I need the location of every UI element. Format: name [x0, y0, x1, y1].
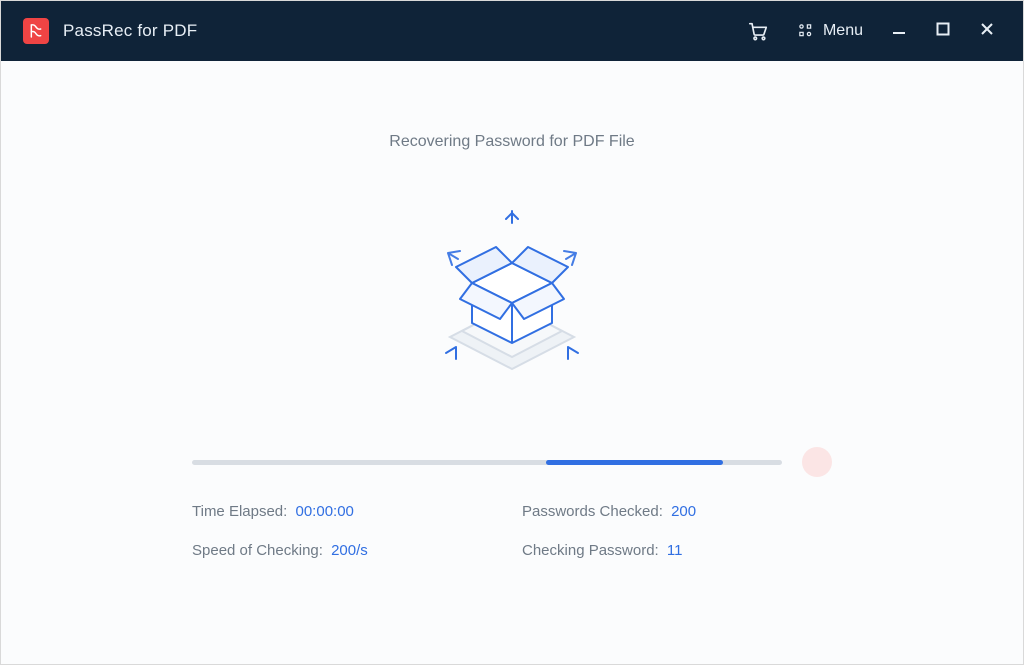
titlebar: PassRec for PDF Menu [1, 1, 1023, 61]
stat-value: 00:00:00 [296, 503, 354, 520]
stat-label: Time Elapsed: [192, 503, 287, 520]
stat-passwords-checked: Passwords Checked: 200 [522, 503, 832, 520]
cart-button[interactable] [733, 1, 783, 61]
stat-label: Speed of Checking: [192, 542, 323, 559]
close-icon [979, 21, 995, 42]
stat-value: 200/s [331, 542, 368, 559]
app-title: PassRec for PDF [63, 21, 197, 41]
stat-checking-password: Checking Password: 11 [522, 542, 832, 559]
progress-track [192, 460, 782, 465]
maximize-icon [936, 22, 950, 41]
maximize-button[interactable] [921, 1, 965, 61]
stat-label: Passwords Checked: [522, 503, 663, 520]
stat-value: 11 [667, 542, 683, 559]
progress-bar [546, 460, 723, 465]
menu-grid-icon [797, 22, 815, 40]
page-heading: Recovering Password for PDF File [389, 133, 634, 151]
stat-time-elapsed: Time Elapsed: 00:00:00 [192, 503, 502, 520]
minimize-button[interactable] [877, 1, 921, 61]
stats-grid: Time Elapsed: 00:00:00 Passwords Checked… [192, 503, 832, 559]
stop-button[interactable] [802, 447, 832, 477]
app-window: PassRec for PDF Menu [0, 0, 1024, 665]
stat-label: Checking Password: [522, 542, 659, 559]
minimize-icon [891, 21, 907, 42]
menu-button[interactable]: Menu [783, 1, 877, 61]
stat-value: 200 [671, 503, 696, 520]
cart-icon [747, 20, 769, 42]
open-box-icon [412, 197, 612, 397]
pdf-app-icon [23, 18, 49, 44]
main-content: Recovering Password for PDF File [1, 61, 1023, 664]
menu-label: Menu [823, 22, 863, 40]
stat-speed: Speed of Checking: 200/s [192, 542, 502, 559]
close-button[interactable] [965, 1, 1009, 61]
progress-row [192, 447, 832, 477]
